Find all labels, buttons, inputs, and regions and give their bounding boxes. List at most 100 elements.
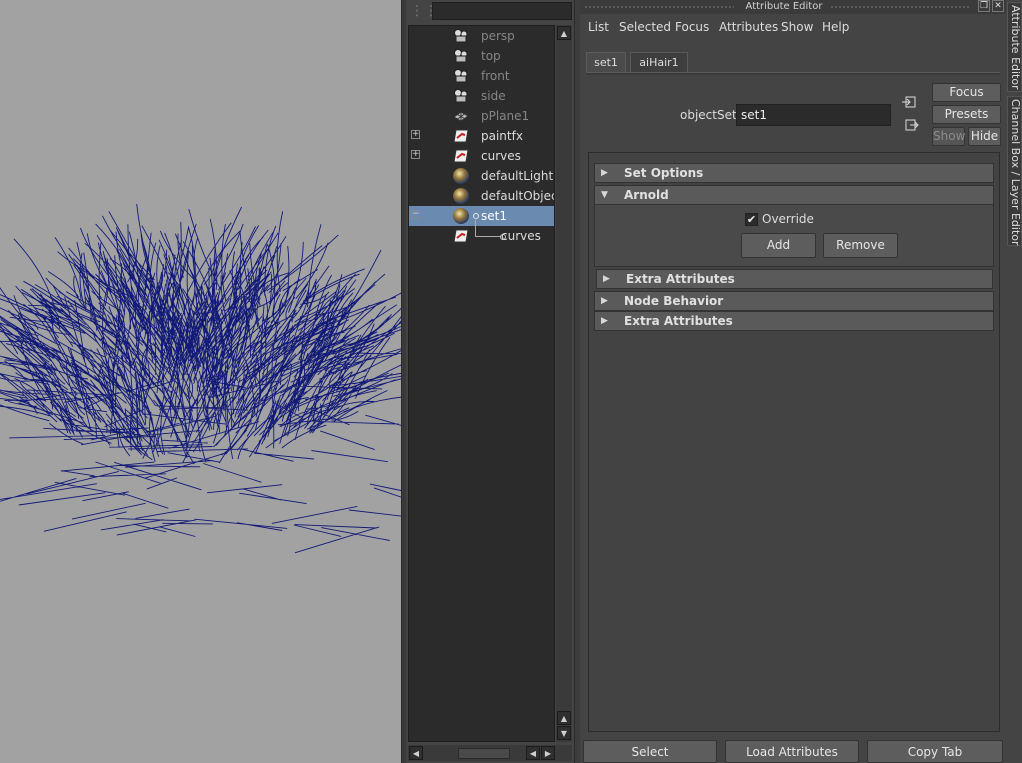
outliner-horizontal-scrollbar[interactable]: ◀ ◀ ▶ (408, 745, 572, 761)
scroll-left-icon[interactable]: ◀ (526, 746, 540, 760)
menu-show[interactable]: Show (781, 20, 813, 34)
dock-tab-label: Channel Box / Layer Editor (1009, 99, 1022, 246)
set-icon (453, 228, 469, 244)
menu-help[interactable]: Help (822, 20, 849, 34)
input-connection-icon[interactable] (902, 96, 916, 108)
section-arnold[interactable]: ▼ Arnold (594, 185, 994, 205)
attribute-editor: Attribute Editor ❐ ✕ List Selected Focus… (580, 0, 1006, 763)
load-attributes-button[interactable]: Load Attributes (725, 740, 859, 763)
menu-selected[interactable]: Selected (619, 20, 671, 34)
objectset-label: objectSet: (680, 108, 741, 122)
arnold-section-body: ✔ Override Add Remove (594, 205, 994, 267)
presets-button[interactable]: Presets (932, 105, 1001, 124)
scroll-thumb[interactable] (458, 748, 510, 759)
dock-tab-label: Attribute Editor (1009, 5, 1022, 90)
expand-arrow-icon: ▶ (603, 274, 610, 284)
scroll-down-icon[interactable]: ▼ (557, 726, 571, 740)
copy-tab-button[interactable]: Copy Tab (867, 740, 1003, 763)
outliner-item[interactable]: pPlane1 (409, 106, 554, 126)
override-checkbox[interactable]: ✔ (745, 213, 758, 226)
tab-channel-box-layer-editor[interactable]: Channel Box / Layer Editor (1007, 96, 1022, 246)
camera-icon (453, 88, 469, 104)
close-icon[interactable]: ✕ (992, 0, 1004, 12)
section-label: Extra Attributes (626, 272, 735, 286)
tab-attribute-editor[interactable]: Attribute Editor (1007, 2, 1022, 92)
outliner-item[interactable]: side (409, 86, 554, 106)
set-icon (453, 128, 469, 144)
camera-icon (453, 48, 469, 64)
right-dock: Attribute Editor Channel Box / Layer Edi… (1006, 0, 1022, 763)
light-set-icon (453, 168, 469, 184)
outliner-search-input[interactable] (432, 2, 572, 20)
drag-grip[interactable] (830, 5, 970, 9)
float-window-icon[interactable]: ❐ (978, 0, 990, 12)
select-button[interactable]: Select (583, 740, 717, 763)
outliner-item-label: curves (481, 149, 521, 163)
scroll-left-icon[interactable]: ◀ (409, 746, 423, 760)
outliner-item-label: defaultObjectSe (481, 189, 554, 203)
outliner-item-label: paintfx (481, 129, 523, 143)
object-set-icon (453, 208, 469, 224)
scroll-up-icon[interactable]: ▲ (557, 711, 571, 725)
add-button[interactable]: Add (741, 233, 816, 258)
outliner-item-label: defaultLightSet (481, 169, 554, 183)
collapse-arrow-icon: ▼ (601, 190, 608, 200)
attributes-panel: ▶ Set Options ▼ Arnold ✔ Override Add Re… (588, 152, 1000, 732)
outliner-item[interactable]: defaultLightSet (409, 166, 554, 186)
hierarchy-connector (475, 218, 502, 237)
outliner-item[interactable]: curves (409, 218, 554, 246)
outliner-item[interactable]: + curves (409, 146, 554, 166)
outliner-item[interactable]: front (409, 66, 554, 86)
menu-focus[interactable]: Focus (675, 20, 709, 34)
section-node-behavior[interactable]: ▶ Node Behavior (594, 291, 994, 311)
outliner-item-label: pPlane1 (481, 109, 530, 123)
collapse-icon[interactable]: − (411, 210, 420, 219)
expand-icon[interactable]: + (411, 150, 420, 159)
outliner-vertical-scrollbar[interactable]: ▲ ▲ ▼ (556, 25, 572, 742)
bottom-button-bar: Select Load Attributes Copy Tab (580, 740, 1006, 763)
outliner-item-label: front (481, 69, 510, 83)
section-extra-attributes[interactable]: ▶ Extra Attributes (594, 311, 994, 331)
expand-arrow-icon: ▶ (601, 168, 608, 178)
menu-bar: List Selected Focus Attributes Show Help (580, 16, 1006, 38)
section-label: Set Options (624, 166, 704, 180)
scroll-right-icon[interactable]: ▶ (541, 746, 555, 760)
expand-arrow-icon: ▶ (601, 296, 608, 306)
objectset-name-field[interactable]: set1 (736, 104, 891, 126)
expand-icon[interactable]: + (411, 130, 420, 139)
focus-button[interactable]: Focus (932, 83, 1001, 102)
scroll-up-icon[interactable]: ▲ (557, 26, 571, 40)
camera-icon (453, 68, 469, 84)
set-icon (453, 148, 469, 164)
filter-icon[interactable]: ⋮⋮ (410, 3, 438, 19)
section-extra-attributes[interactable]: ▶ Extra Attributes (596, 269, 993, 289)
hair-strands-render (0, 203, 401, 554)
hide-button[interactable]: Hide (968, 127, 1001, 146)
viewport-panel[interactable] (0, 0, 401, 763)
window-title-bar[interactable]: Attribute Editor ❐ ✕ (580, 0, 1006, 14)
plane-icon (453, 108, 469, 124)
outliner-list: persp top front side pPlane1 + paintfx + curves d… (408, 25, 555, 742)
section-set-options[interactable]: ▶ Set Options (594, 163, 994, 183)
tab-aihair1[interactable]: aiHair1 (630, 52, 688, 72)
show-button[interactable]: Show (932, 127, 965, 146)
camera-icon (453, 28, 469, 44)
menu-attributes[interactable]: Attributes (719, 20, 778, 34)
outliner-item[interactable]: top (409, 46, 554, 66)
output-connection-icon[interactable] (905, 119, 919, 131)
outliner-item[interactable]: defaultObjectSe (409, 186, 554, 206)
menu-list[interactable]: List (588, 20, 609, 34)
outliner-item[interactable]: persp (409, 26, 554, 46)
outliner-item[interactable]: + paintfx (409, 126, 554, 146)
window-title: Attribute Editor (745, 1, 823, 12)
outliner-item-label: side (481, 89, 506, 103)
hair-strands (0, 203, 401, 554)
expand-arrow-icon: ▶ (601, 316, 608, 326)
tab-set1[interactable]: set1 (586, 52, 626, 73)
remove-button[interactable]: Remove (823, 233, 898, 258)
override-label: Override (762, 212, 814, 226)
outliner-filter-row: ⋮⋮ (406, 0, 574, 24)
drag-grip[interactable] (584, 5, 734, 9)
section-label: Arnold (624, 188, 669, 202)
object-set-icon (453, 188, 469, 204)
